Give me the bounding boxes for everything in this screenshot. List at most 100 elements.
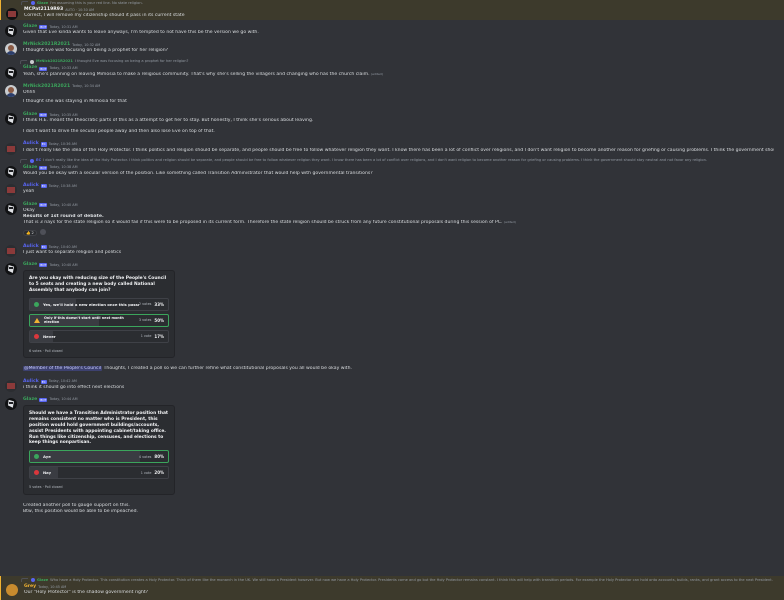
reply-author[interactable]: Glaze — [37, 1, 48, 6]
poll-option-winner[interactable]: Only if this doesn't start until next mo… — [29, 313, 169, 327]
avatar[interactable] — [5, 183, 17, 196]
timestamp: Today, 10:34 AM — [72, 84, 101, 89]
poll-option-label: Only if this doesn't start until next mo… — [44, 315, 124, 325]
author-name[interactable]: Glaze — [23, 397, 37, 403]
avatar[interactable] — [5, 244, 17, 257]
add-reaction-icon[interactable] — [40, 229, 47, 236]
poll-option-votes: 4 votes — [138, 454, 152, 459]
poll-card: Should we have a Transition Administrato… — [23, 404, 175, 495]
timestamp: Today, 10:33 AM — [49, 66, 78, 71]
message-m2: MrNick2021R2021 Today, 10:32 AM I though… — [0, 41, 784, 56]
reply-connector — [21, 1, 28, 5]
bot-tag: BOT — [39, 25, 48, 30]
timestamp: Today, 10:31 AM — [49, 24, 78, 29]
reactions: 👍 2 — [23, 229, 774, 237]
timestamp: Today, 10:38 AM — [49, 165, 78, 170]
reply-avatar — [30, 59, 34, 64]
avatar[interactable] — [5, 84, 17, 97]
message-text: I thought she was staying in Mimosia for… — [23, 98, 127, 104]
avatar[interactable] — [5, 165, 17, 178]
poll-option-percent: 80% — [154, 454, 164, 460]
message-bottom: Grey Today, 10:45 AM Our "Holy Protector… — [1, 583, 784, 597]
bot-tag: BOT — [39, 66, 48, 71]
reply-connector — [20, 59, 27, 64]
timestamp: Today, 10:32 AM — [72, 43, 101, 48]
reply-author[interactable]: Glaze — [37, 578, 48, 583]
poll-option-percent: 50% — [154, 317, 164, 323]
message-text: I just want to separate religion and pol… — [23, 249, 122, 255]
message-m11: Glaze BOT Today, 10:40 AM Are you okay w… — [0, 261, 784, 374]
avatar[interactable] — [6, 8, 18, 20]
message-text: @Member of the People's Council Thoughts… — [23, 366, 352, 372]
bot-tag: BOT — [39, 113, 48, 118]
message-text: That is 3 nays for the state religion so… — [23, 220, 516, 226]
message-text: Would you be okay with a secular version… — [23, 170, 373, 176]
author-name[interactable]: MrNick2021R2021 — [23, 84, 70, 90]
poll-question: Should we have a Transition Administrato… — [29, 410, 169, 446]
message-m7: Glaze BOT Today, 10:38 AM Would you be o… — [0, 164, 784, 178]
poll-footer: 6 votes · Poll closed — [29, 348, 63, 353]
message-text: I thought Eve was focusing on being a pr… — [23, 48, 169, 54]
role-mention[interactable]: @Member of the People's Council — [23, 366, 103, 372]
author-name[interactable]: Aulick — [23, 141, 39, 147]
reply-text: I thought Eve was focusing on being a pr… — [74, 59, 189, 64]
avatar[interactable] — [5, 113, 17, 126]
bot-tag: BOT — [39, 262, 48, 268]
message-group-m3: MrNick2021R2021 I thought Eve was focusi… — [0, 59, 784, 79]
poll-option[interactable]: Yes, we'll hold a new election once this… — [29, 297, 169, 311]
avatar[interactable] — [5, 203, 17, 216]
reaction-thumbs-up[interactable]: 👍 2 — [23, 229, 37, 237]
poll-option-percent: 17% — [154, 333, 164, 339]
user-tag: EC — [40, 142, 47, 147]
avatar[interactable] — [5, 66, 17, 79]
avatar[interactable] — [5, 25, 17, 38]
message-text: Yeah, she's planning on leaving Mimosia … — [23, 71, 383, 77]
poll-option[interactable]: Never 1 vote 17% — [29, 329, 169, 343]
message-m9: Glaze BOT Today, 10:40 AM Okay Results o… — [0, 201, 784, 238]
message-text: Given that Eve kinda wants to leave anyw… — [23, 30, 259, 36]
thumbs-up-icon: 👍 — [26, 230, 31, 235]
reply-author[interactable]: MrNick2021R2021 — [36, 59, 73, 64]
cross-icon — [34, 333, 39, 339]
reply-avatar — [31, 1, 35, 5]
timestamp: Today, 10:36 AM — [48, 142, 77, 147]
timestamp: Today, 10:45 AM — [38, 584, 67, 589]
message-text: I don't really like the idea of the Holy… — [23, 147, 774, 153]
timestamp: Today, 10:42 AM — [48, 379, 77, 384]
edited-label: (edited) — [503, 220, 516, 225]
message-m6: Aulick EC Today, 10:36 AM I don't really… — [0, 141, 784, 155]
poll-option-label: Never — [43, 333, 56, 339]
reply-text: Who have a Holy Protector. This constitu… — [50, 577, 773, 582]
poll-option-percent: 20% — [154, 470, 164, 476]
poll-option-label: Yes, we'll hold a new election once this… — [43, 301, 139, 307]
author-name[interactable]: Aulick — [23, 379, 39, 385]
poll-question: Are you okay with reducing size of the P… — [29, 276, 167, 293]
avatar[interactable] — [5, 397, 17, 410]
message-text: yeah — [23, 188, 35, 194]
author-name[interactable]: Glaze — [23, 262, 37, 268]
timestamp: Today, 10:40 AM — [49, 202, 78, 207]
avatar[interactable] — [5, 142, 17, 155]
bot-tag: BOT — [39, 397, 48, 402]
author-name[interactable]: Aulick — [23, 244, 39, 250]
reply-connector — [21, 578, 28, 582]
timestamp: Today, 10:35 AM — [49, 112, 78, 117]
timestamp: Today, 10:44 AM — [49, 397, 78, 402]
poll-option-label: Aye — [43, 454, 51, 460]
timestamp: Today, 10:38 AM — [48, 183, 77, 188]
poll-option[interactable]: Nay 1 vote 20% — [29, 466, 169, 480]
user-tag: EC — [40, 244, 47, 249]
author-name[interactable]: Glaze — [23, 165, 37, 171]
message-text: i think it should go into effect next el… — [23, 384, 125, 390]
poll-option-percent: 33% — [154, 301, 164, 307]
avatar[interactable] — [6, 584, 18, 596]
avatar[interactable] — [5, 263, 17, 275]
reply-author[interactable]: EC — [36, 158, 41, 163]
warning-icon — [34, 317, 40, 323]
reaction-count: 2 — [31, 230, 34, 235]
avatar[interactable] — [5, 43, 17, 56]
timestamp: Today, 10:40 AM — [49, 262, 78, 267]
user-tag: EC — [40, 379, 47, 384]
avatar[interactable] — [5, 379, 17, 392]
poll-option-winner[interactable]: Aye 4 votes 80% — [29, 450, 169, 464]
